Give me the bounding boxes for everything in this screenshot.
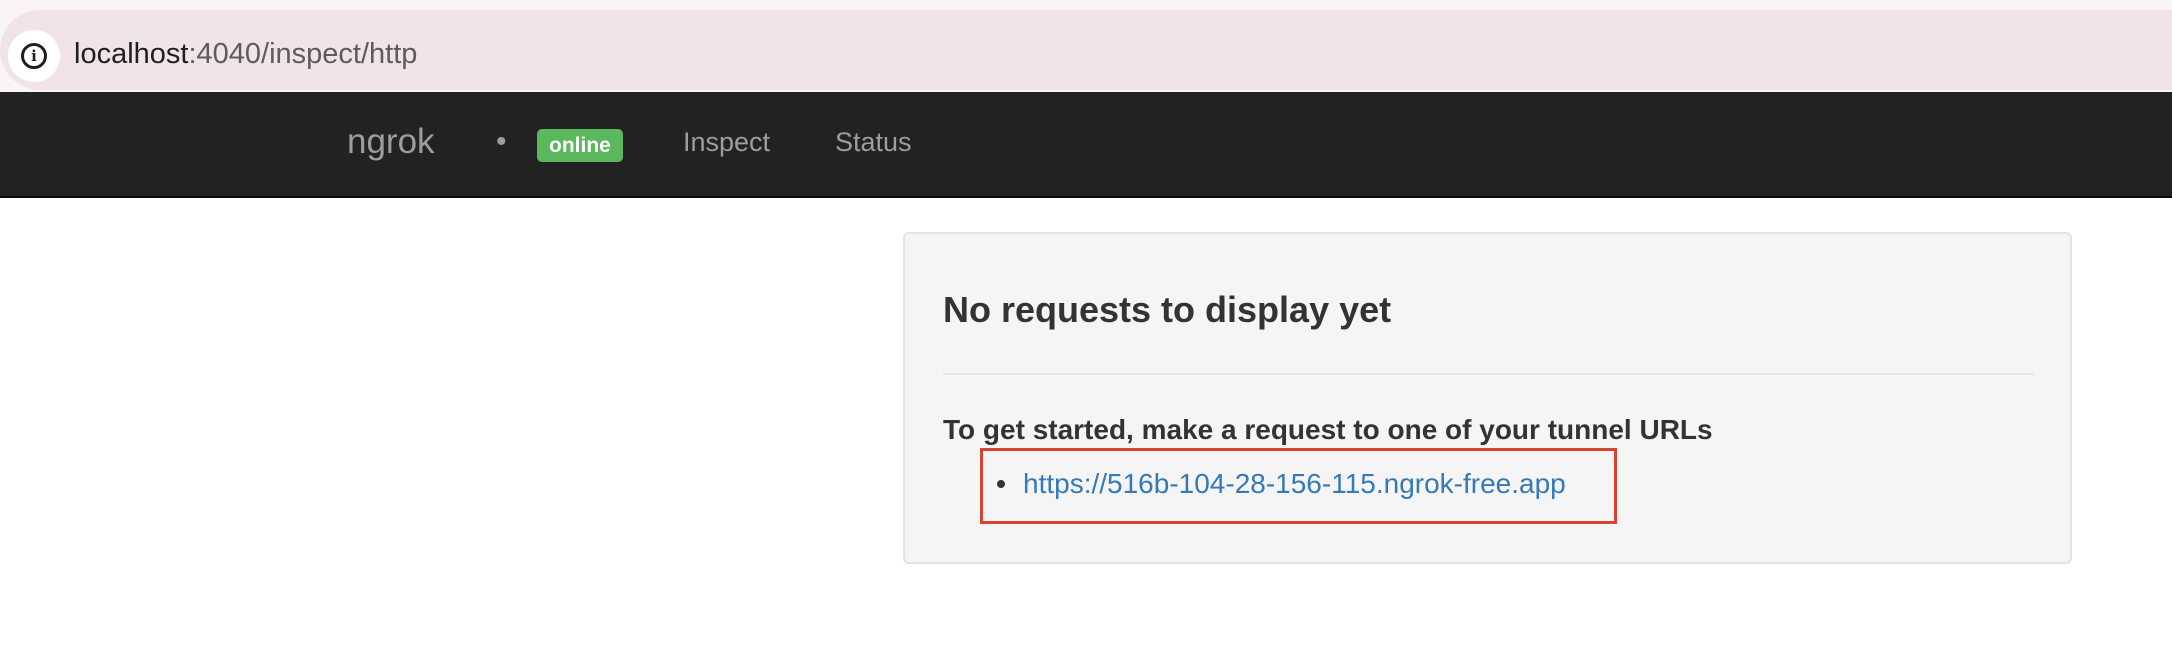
url-host: localhost (74, 38, 189, 70)
tunnel-url-list: https://516b-104-28-156-115.ngrok-free.a… (997, 464, 1566, 504)
status-badge: online (537, 129, 623, 162)
info-icon: i (21, 43, 47, 69)
url-text[interactable]: localhost:4040/inspect/http (74, 34, 417, 74)
nav-link-inspect[interactable]: Inspect (683, 124, 770, 160)
empty-state-panel: No requests to display yet To get starte… (903, 232, 2072, 564)
nav-link-status[interactable]: Status (835, 124, 912, 160)
panel-title: No requests to display yet (943, 289, 1392, 330)
panel-intro-text: To get started, make a request to one of… (943, 414, 1713, 445)
divider (943, 373, 2034, 375)
address-bar[interactable]: i localhost:4040/inspect/http (0, 10, 2172, 90)
list-item: https://516b-104-28-156-115.ngrok-free.a… (997, 464, 1566, 504)
ngrok-navbar: ngrok • online Inspect Status (0, 92, 2172, 198)
nav-separator: • (496, 125, 507, 158)
tunnel-url-link[interactable]: https://516b-104-28-156-115.ngrok-free.a… (1023, 464, 1566, 504)
bullet-icon (997, 480, 1005, 488)
url-path: :4040/inspect/http (188, 38, 418, 70)
brand-logo[interactable]: ngrok (347, 120, 435, 164)
site-info-button[interactable]: i (8, 30, 60, 82)
browser-toolbar: i localhost:4040/inspect/http (0, 0, 2172, 92)
